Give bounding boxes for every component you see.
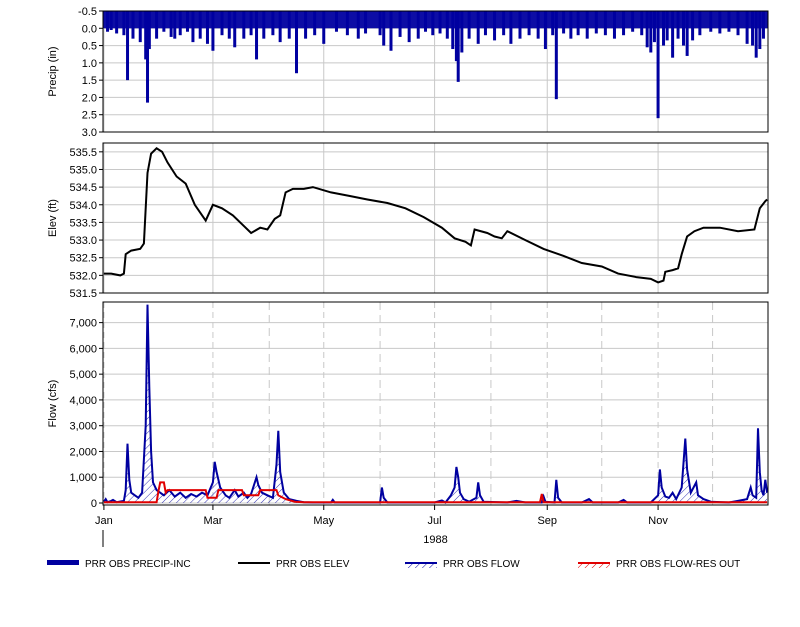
elev-ytick-label: 535.5 xyxy=(69,147,97,159)
elev-ytick-label: 534.0 xyxy=(69,200,97,212)
flow-ytick-label: 1,000 xyxy=(69,472,97,484)
precip-ytick-label: 1.5 xyxy=(82,75,97,87)
hydrograph-chart: -0.5 0.0 0.5 1.0 1.5 2.0 2.5 3.0 Precip (in) 531… xyxy=(47,6,769,570)
precip-baseline-band xyxy=(103,11,768,29)
xtick-label: Nov xyxy=(648,515,668,527)
xtick-label: Sep xyxy=(537,515,557,527)
xaxis-year-label: 1988 xyxy=(423,534,447,546)
precip-ytick-label: 0.5 xyxy=(82,41,97,53)
elev-panel: 531.5 532.0 532.5 533.0 533.5 534.0 534.5 535.0… xyxy=(47,142,769,300)
precip-ytick-label: -0.5 xyxy=(78,6,97,18)
elev-ytick-label: 532.0 xyxy=(69,270,97,282)
precip-panel: -0.5 0.0 0.5 1.0 1.5 2.0 2.5 3.0 Precip (in) xyxy=(47,6,769,139)
legend-label: PRR OBS FLOW-RES OUT xyxy=(616,559,740,570)
legend-label: PRR OBS PRECIP-INC xyxy=(85,559,191,570)
precip-ytick-label: 2.0 xyxy=(82,92,97,104)
flow-ylabel: Flow (cfs) xyxy=(47,380,59,428)
flow-panel: 0 1,000 2,000 3,000 4,000 5,000 6,000 7,000 Flow… xyxy=(47,301,769,510)
xtick-label: Mar xyxy=(203,515,222,527)
legend: PRR OBS PRECIP-INC PRR OBS ELEV PRR OBS FL… xyxy=(47,559,740,570)
elev-ytick-label: 532.5 xyxy=(69,253,97,265)
flow-ytick-label: 6,000 xyxy=(69,343,97,355)
flow-plot-area xyxy=(103,302,768,505)
legend-label: PRR OBS ELEV xyxy=(276,559,350,570)
xtick-label: May xyxy=(313,515,334,527)
flow-ytick-label: 4,000 xyxy=(69,395,97,407)
legend-swatch-precip xyxy=(47,560,79,565)
elev-ylabel: Elev (ft) xyxy=(47,199,59,237)
time-axis: Jan Mar May Jul Sep Nov 1988 xyxy=(95,505,668,547)
flow-ytick-label: 0 xyxy=(91,498,97,510)
legend-label: PRR OBS FLOW xyxy=(443,559,520,570)
flow-ytick-label: 3,000 xyxy=(69,421,97,433)
xtick-label: Jan xyxy=(95,515,113,527)
elev-ytick-label: 533.0 xyxy=(69,235,97,247)
elev-ytick-label: 533.5 xyxy=(69,217,97,229)
elev-ytick-label: 535.0 xyxy=(69,164,97,176)
xtick-label: Jul xyxy=(428,515,442,527)
precip-ylabel: Precip (in) xyxy=(47,46,59,96)
precip-ytick-label: 0.0 xyxy=(82,23,97,35)
flow-ytick-label: 5,000 xyxy=(69,369,97,381)
flow-ytick-label: 7,000 xyxy=(69,318,97,330)
elev-ytick-label: 531.5 xyxy=(69,288,97,300)
precip-ytick-label: 3.0 xyxy=(82,127,97,139)
elev-ytick-label: 534.5 xyxy=(69,182,97,194)
flow-ytick-label: 2,000 xyxy=(69,446,97,458)
precip-ytick-label: 2.5 xyxy=(82,110,97,122)
precip-ytick-label: 1.0 xyxy=(82,58,97,70)
